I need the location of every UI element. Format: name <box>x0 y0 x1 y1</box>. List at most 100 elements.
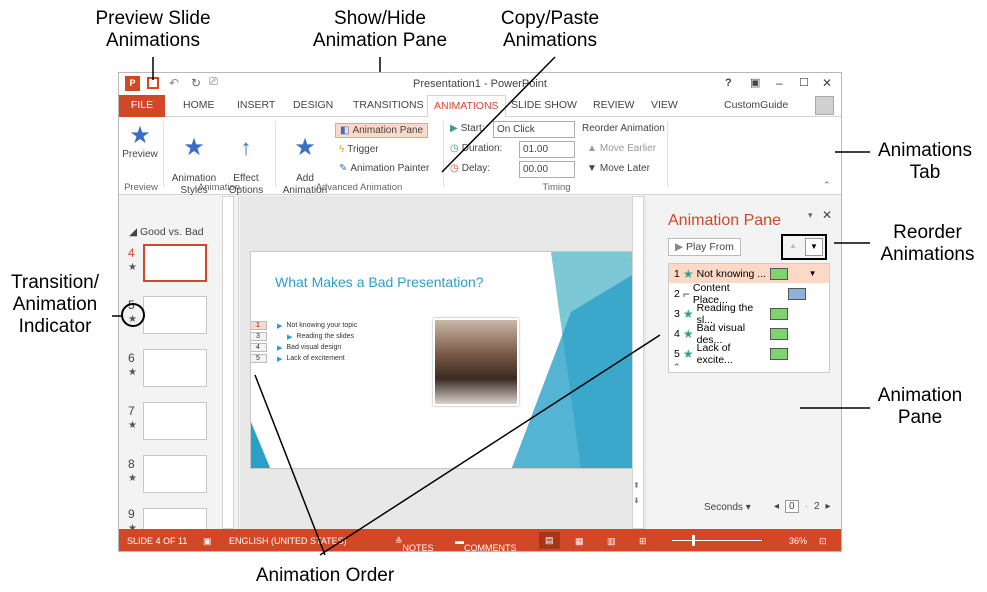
tab-view[interactable]: VIEW <box>651 99 678 111</box>
scroll-left-icon[interactable]: ◂ <box>774 501 779 512</box>
fit-slide-icon[interactable]: ⊡ <box>819 536 827 547</box>
zoom-thumb[interactable] <box>692 535 695 546</box>
bullet-item: 1 ▶ Not knowing your topic <box>251 320 357 331</box>
help-icon[interactable]: ? <box>725 77 732 89</box>
animation-list: 1 ★ Not knowing ... ▼ 2 ⌐ Content Place.… <box>668 263 830 373</box>
animation-indicator-icon: ★ <box>128 262 137 273</box>
animation-item[interactable]: 2 ⌐ Content Place... <box>669 282 827 306</box>
normal-view-icon[interactable]: ▤ <box>539 532 560 549</box>
group-preview: Preview <box>124 182 158 193</box>
add-animation-icon: ★ <box>294 134 316 161</box>
item-label: Not knowing ... <box>696 267 767 280</box>
delay-input[interactable]: 00.00 <box>519 161 575 178</box>
play-from-button[interactable]: ▶ Play From <box>668 238 741 256</box>
animation-item[interactable]: 3 ★ Reading the sl... <box>669 302 827 326</box>
reading-view-icon[interactable]: ▥ <box>607 536 616 547</box>
start-text: Start: <box>460 123 485 134</box>
animation-pane-button[interactable]: ◧ Animation Pane <box>335 123 429 138</box>
animation-painter-button[interactable]: ✎ Animation Painter <box>339 163 429 174</box>
user-avatar[interactable] <box>815 96 834 115</box>
timeline-start: 0 <box>785 500 799 513</box>
start-select[interactable]: On Click <box>493 121 575 138</box>
duration-text: Duration: <box>461 143 503 154</box>
comments-button[interactable]: ▬ COMMENTS <box>455 536 517 551</box>
tab-slide-show[interactable]: SLIDE SHOW <box>511 99 577 111</box>
callout-copy-paste: Copy/Paste Animations <box>500 8 600 51</box>
entrance-star-icon: ★ <box>682 346 694 361</box>
move-later-button[interactable]: ▼ Move Later <box>587 163 650 174</box>
notes-button[interactable]: ≙ NOTES <box>395 536 434 551</box>
timeline-bar <box>769 327 788 340</box>
bullet-item: 4 ▶ Bad visual design <box>251 342 357 353</box>
slide-photo[interactable] <box>433 318 519 406</box>
maximize-icon[interactable]: ☐ <box>799 76 809 89</box>
tab-home[interactable]: HOME <box>183 99 215 111</box>
slide-thumb-7[interactable] <box>143 402 207 440</box>
language[interactable]: ENGLISH (UNITED STATES) <box>229 536 347 546</box>
ribbon-display-icon[interactable]: ▣ <box>750 76 760 89</box>
collapse-ribbon-icon[interactable]: ⌃ <box>823 180 831 191</box>
tab-transitions[interactable]: TRANSITIONS <box>353 99 424 111</box>
slide-canvas[interactable]: What Makes a Bad Presentation? 1 ▶ Not kn… <box>250 251 636 469</box>
animation-indicator-icon: ★ <box>128 420 137 431</box>
zoom-level[interactable]: 36% <box>789 536 807 546</box>
next-slide-icon[interactable]: ⇟ <box>633 496 640 505</box>
slide-thumb-4[interactable] <box>143 244 207 282</box>
slide-sorter-icon[interactable]: ▦ <box>575 536 584 547</box>
animation-pane-label: Animation Pane <box>352 125 424 136</box>
move-earlier-label: Move Earlier <box>599 143 657 154</box>
play-icon: ▶ <box>450 123 458 134</box>
item-number: 5 <box>674 347 680 360</box>
duration-input[interactable]: 01.00 <box>519 141 575 158</box>
move-down-icon[interactable]: ▼ <box>805 238 823 256</box>
slideshow-icon[interactable]: ⊞ <box>639 536 647 547</box>
previous-slide-icon[interactable]: ⇞ <box>633 481 640 490</box>
slide-count: SLIDE 4 OF 11 <box>127 536 188 546</box>
timeline-scale[interactable]: ◂ 0 · 2 ▸ <box>774 500 831 513</box>
animation-item[interactable]: 4 ★ Bad visual des... <box>669 322 827 346</box>
timeline-bar <box>787 287 806 300</box>
callout-show-hide: Show/Hide Animation Pane <box>312 8 448 51</box>
bullet-text: Lack of excitement <box>286 355 345 362</box>
collapse-list-icon[interactable]: ⌃ <box>673 362 681 373</box>
editor-scrollbar[interactable] <box>632 196 644 529</box>
tab-insert[interactable]: INSERT <box>237 99 275 111</box>
callout-indicator: Transition/ Animation Indicator <box>11 272 99 337</box>
pane-close-icon[interactable]: ✕ <box>822 208 832 222</box>
timeline-bar <box>769 347 788 360</box>
slide-thumb-5[interactable] <box>143 296 207 334</box>
slide-title: What Makes a Bad Presentation? <box>275 274 484 290</box>
user-name[interactable]: CustomGuide <box>724 99 788 111</box>
animation-item[interactable]: 1 ★ Not knowing ... ▼ <box>669 264 829 283</box>
animation-item[interactable]: 5 ★ Lack of excite... <box>669 342 827 366</box>
zoom-slider[interactable] <box>672 540 762 541</box>
tab-design[interactable]: DESIGN <box>293 99 333 111</box>
slide-thumb-8[interactable] <box>143 455 207 493</box>
bullet-text: Bad visual design <box>286 344 342 351</box>
preview-button[interactable]: ★ Preview <box>121 123 159 161</box>
tab-animations[interactable]: ANIMATIONS <box>427 95 506 118</box>
duration-label: ◷ Duration: <box>450 143 502 154</box>
animation-pane: Animation Pane ▾ ✕ ▶ Play From ▲ ▼ 1 ★ N… <box>656 196 841 529</box>
animation-indicator-icon: ★ <box>128 367 137 378</box>
minimize-icon[interactable]: – <box>776 76 783 90</box>
move-earlier-button[interactable]: ▲ Move Earlier <box>587 143 656 154</box>
bullet-item: 5 ▶ Lack of excitement <box>251 353 357 364</box>
tab-review[interactable]: REVIEW <box>593 99 634 111</box>
seconds-label: Seconds <box>704 502 743 513</box>
seconds-dropdown[interactable]: Seconds ▾ <box>704 502 751 513</box>
scroll-right-icon[interactable]: ▸ <box>826 501 831 512</box>
item-number: 4 <box>674 327 680 340</box>
move-up-icon[interactable]: ▲ <box>789 241 797 250</box>
animation-indicator-icon: ★ <box>128 473 137 484</box>
item-dropdown-icon[interactable]: ▼ <box>809 269 817 278</box>
slides-scrollbar[interactable] <box>222 196 234 529</box>
entrance-star-icon: ★ <box>682 326 694 341</box>
trigger-button[interactable]: ϟ Trigger <box>339 144 379 155</box>
section-header[interactable]: ◢ Good vs. Bad <box>129 226 204 238</box>
close-icon[interactable]: ✕ <box>822 76 832 90</box>
tab-file[interactable]: FILE <box>119 95 165 117</box>
pane-options-icon[interactable]: ▾ <box>808 210 813 221</box>
spellcheck-icon[interactable]: ▣ <box>203 536 212 547</box>
slide-thumb-6[interactable] <box>143 349 207 387</box>
